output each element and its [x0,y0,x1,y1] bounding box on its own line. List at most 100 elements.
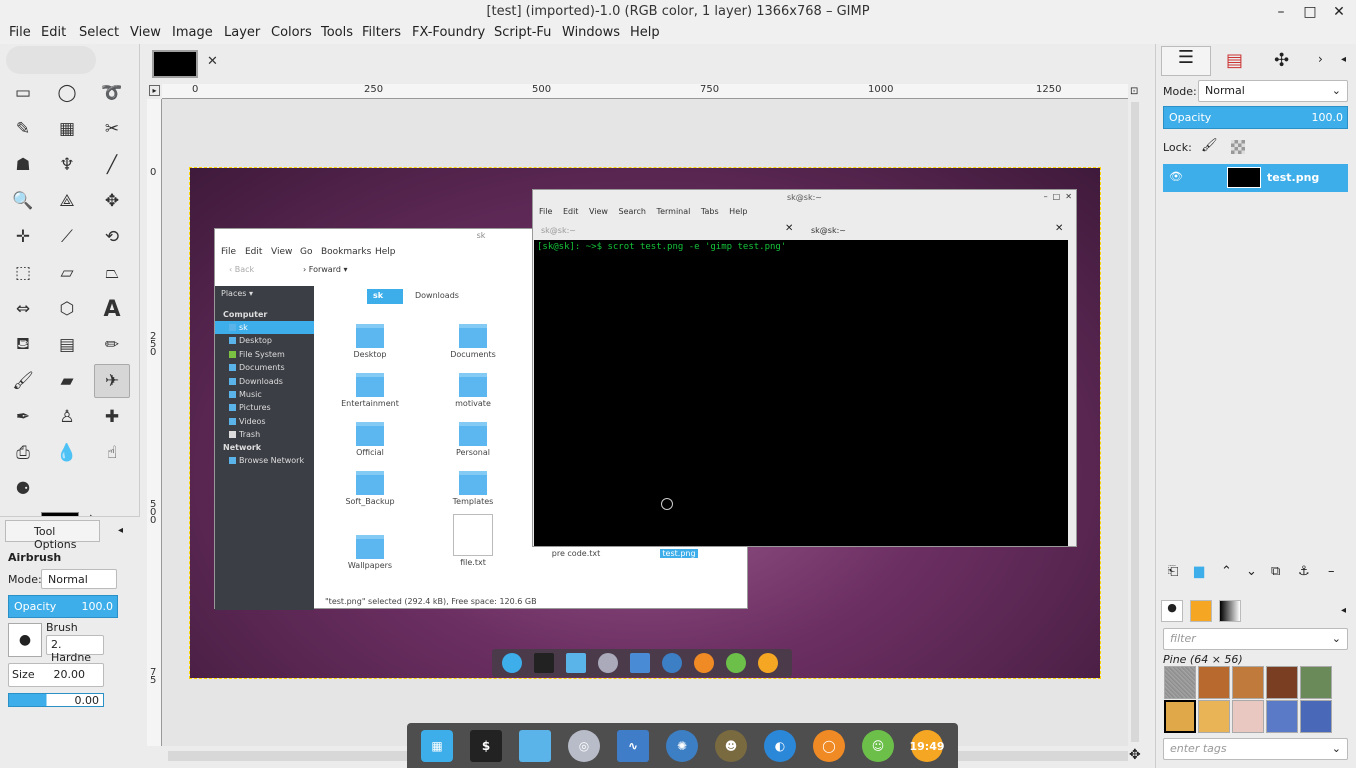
layer-row[interactable]: 👁 test.png [1163,164,1348,192]
minimize-icon[interactable]: – [1271,2,1291,22]
dock-app-icon[interactable]: ◐ [764,730,796,762]
dock-gimp-icon[interactable]: ☻ [715,730,747,762]
image-tab-thumbnail[interactable] [152,50,198,78]
menu-filters[interactable]: Filters [362,25,401,40]
size-spinner[interactable]: Size 20.00 [8,663,104,687]
heal-icon[interactable]: ✚ [94,400,130,434]
tab-menu-icon[interactable]: ◂ [1341,54,1346,65]
dock-app-grid-icon[interactable]: ▦ [421,730,453,762]
pattern-swatch[interactable] [1300,666,1332,699]
delete-layer-icon[interactable]: – [1328,564,1335,579]
dock-app-icon[interactable]: ✺ [666,730,698,762]
lock-alpha-icon[interactable] [1231,140,1245,154]
new-layer-icon[interactable]: ⎗ [1168,564,1178,579]
layers-opacity-slider[interactable]: Opacity 100.0 [1163,106,1348,129]
tab-menu-icon[interactable]: ◂ [118,525,123,536]
dodge-burn-icon[interactable]: ⚈ [5,472,41,506]
brush-preview[interactable]: ● [8,623,42,657]
channels-tab-icon[interactable]: ▤ [1226,50,1243,71]
dock-system-monitor-icon[interactable]: ∿ [617,730,649,762]
image-tab-close-icon[interactable]: ✕ [207,54,218,69]
crop-icon[interactable]: ⟋ [49,220,85,254]
aspect-slider[interactable]: 0.00 [8,693,104,707]
close-icon[interactable]: ✕ [1329,2,1349,22]
pattern-swatch-selected[interactable] [1164,700,1196,733]
airbrush-icon[interactable]: ✈ [94,364,130,398]
menu-colors[interactable]: Colors [271,25,312,40]
measure-icon[interactable]: ⟁ [49,184,85,218]
scissors-icon[interactable]: ✂ [94,112,130,146]
raise-layer-icon[interactable]: ⌃ [1221,564,1232,579]
gradients-tab-icon[interactable] [1219,600,1241,622]
lock-pixels-icon[interactable]: 🖌 [1201,138,1218,153]
paths-icon[interactable]: ♆ [49,148,85,182]
ruler-corner-icon[interactable]: ▸ [149,85,160,96]
pattern-swatch[interactable] [1300,700,1332,733]
pattern-swatch[interactable] [1266,666,1298,699]
pattern-swatch[interactable] [1198,700,1230,733]
dock-clock-icon[interactable]: 19:49 [910,730,945,762]
dock-files-icon[interactable] [519,730,551,762]
mode-combo[interactable]: Normal [41,569,117,589]
layers-tab-icon[interactable]: ☰ [1161,46,1211,76]
layers-mode-combo[interactable]: Normal ⌄ [1198,80,1348,102]
menu-select[interactable]: Select [79,25,119,40]
paths-tab-icon[interactable]: ✣ [1274,50,1289,71]
blur-icon[interactable]: 💧 [49,436,85,470]
rotate-icon[interactable]: ⟲ [94,220,130,254]
pattern-swatch[interactable] [1232,700,1264,733]
pattern-swatch[interactable] [1232,666,1264,699]
visibility-eye-icon[interactable]: 👁 [1169,170,1183,183]
dock-app-icon[interactable]: ☺ [862,730,894,762]
menu-help[interactable]: Help [630,25,660,40]
rect-select-icon[interactable]: ▭ [5,76,41,110]
color-select-icon[interactable]: ▦ [49,112,85,146]
eraser-icon[interactable]: ▰ [49,364,85,398]
menu-tools[interactable]: Tools [321,25,353,40]
patterns-tab-icon[interactable] [1190,600,1212,622]
opacity-slider[interactable]: Opacity 100.0 [8,595,118,618]
pattern-swatch[interactable] [1164,666,1196,699]
blend-icon[interactable]: ▤ [49,328,85,362]
shear-icon[interactable]: ▱ [49,256,85,290]
canvas-area[interactable]: sk File Edit View Go Bookmarks Help ‹ Ba… [162,99,1128,746]
image-canvas[interactable]: sk File Edit View Go Bookmarks Help ‹ Ba… [189,167,1101,679]
clone-icon[interactable]: ♙ [49,400,85,434]
brushes-tab-icon[interactable]: ● [1161,600,1183,622]
dock-browser-icon[interactable]: ◎ [568,730,600,762]
ink-icon[interactable]: ✒ [5,400,41,434]
pattern-tags-input[interactable]: enter tags ⌄ [1163,738,1348,760]
cage-transform-icon[interactable]: ⬡ [49,292,85,326]
pattern-swatch[interactable] [1198,666,1230,699]
menu-image[interactable]: Image [172,25,213,40]
tool-options-tab[interactable]: Tool Options [5,520,100,551]
menu-view[interactable]: View [130,25,161,40]
scale-icon[interactable]: ⬚ [5,256,41,290]
anchor-layer-icon[interactable]: ⚓ [1298,564,1310,579]
brush-name-field[interactable]: 2. Hardne [46,635,104,664]
paintbrush-icon[interactable]: 🖌 [5,364,41,398]
layer-group-icon[interactable]: ▆ [1194,564,1204,579]
perspective-icon[interactable]: ⏢ [94,256,130,290]
align-icon[interactable]: ✛ [5,220,41,254]
perspective-clone-icon[interactable]: ⎙ [5,436,41,470]
text-tool-icon[interactable]: A [94,292,130,326]
lasso-icon[interactable]: ➰ [94,76,130,110]
vertical-scrollbar[interactable] [1131,102,1139,742]
flip-icon[interactable]: ⇔ [5,292,41,326]
lower-layer-icon[interactable]: ⌄ [1246,564,1257,579]
foreground-select-icon[interactable]: ☗ [5,148,41,182]
pattern-swatch[interactable] [1266,700,1298,733]
maximize-icon[interactable]: □ [1300,2,1320,22]
dock-app-icon[interactable]: ◯ [813,730,845,762]
duplicate-layer-icon[interactable]: ⧉ [1271,564,1280,579]
bucket-fill-icon[interactable]: ⛾ [5,328,41,362]
menu-windows[interactable]: Windows [562,25,620,40]
menu-edit[interactable]: Edit [41,25,66,40]
color-picker-icon[interactable]: ╱ [94,148,130,182]
ellipse-select-icon[interactable]: ◯ [49,76,85,110]
tab-menu-icon[interactable]: ◂ [1341,605,1346,616]
zoom-to-fit-icon[interactable]: ⊡ [1130,86,1138,97]
menu-script-fu[interactable]: Script-Fu [494,25,551,40]
navigate-icon[interactable]: ✥ [1129,747,1141,763]
